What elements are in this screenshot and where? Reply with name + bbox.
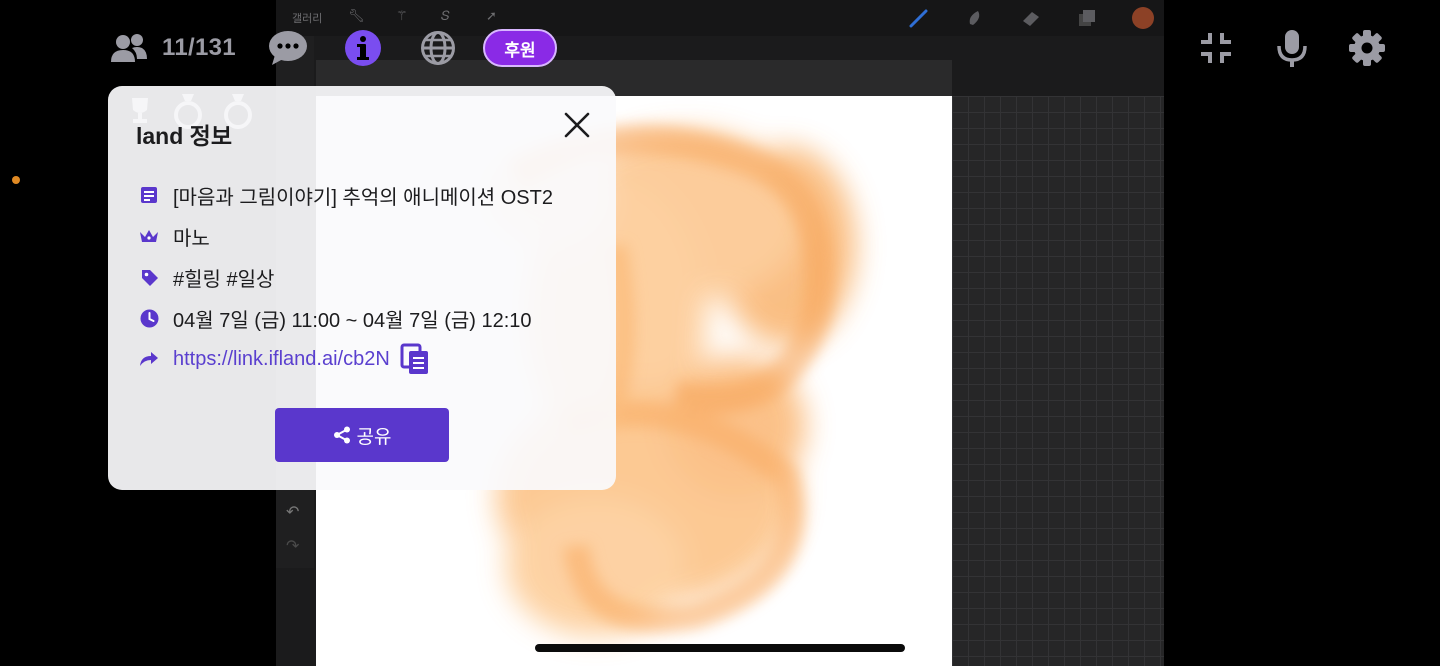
tag-icon xyxy=(138,266,160,288)
host-name: 마노 xyxy=(173,227,210,250)
land-link[interactable]: https://link.ifland.ai/cb2N xyxy=(173,348,390,371)
room-title-row: [마음과 그림이야기] 추억의 애니메이션 OST2 xyxy=(138,181,553,209)
gear-icon[interactable] xyxy=(1348,29,1386,67)
link-row: https://link.ifland.ai/cb2N xyxy=(138,343,430,375)
minimize-icon[interactable] xyxy=(1198,30,1234,66)
info-icon[interactable] xyxy=(344,29,382,67)
participant-count: 11/131 xyxy=(162,34,236,61)
tags: #힐링 #일상 xyxy=(173,268,275,291)
schedule-row: 04월 7일 (금) 11:00 ~ 04월 7일 (금) 12:10 xyxy=(138,304,532,332)
close-icon[interactable] xyxy=(560,108,594,142)
recording-indicator xyxy=(12,176,20,184)
wrench-icon: 🔧︎ xyxy=(348,8,365,23)
home-indicator[interactable] xyxy=(535,644,905,652)
share-button[interactable]: 공유 xyxy=(275,408,449,462)
share-arrow-icon xyxy=(138,348,160,370)
smudge-icon xyxy=(969,11,980,25)
redo-icon: ↷ xyxy=(286,538,300,555)
magic-wand-icon: ⚚ xyxy=(396,8,408,23)
clock-icon xyxy=(138,307,160,329)
sponsor-button[interactable]: 후원 xyxy=(483,29,557,67)
chat-icon[interactable] xyxy=(268,29,308,67)
copy-icon[interactable] xyxy=(400,343,430,375)
document-icon xyxy=(138,184,160,206)
share-icon xyxy=(333,426,350,444)
share-button-label: 공유 xyxy=(356,426,392,448)
brush-icon xyxy=(909,9,928,28)
dialog-title: land 정보 xyxy=(136,123,232,149)
gallery-label: 갤러리 xyxy=(292,13,323,25)
crown-icon xyxy=(138,225,160,247)
eraser-icon xyxy=(1023,12,1039,26)
room-title: [마음과 그림이야기] 추억의 애니메이션 OST2 xyxy=(173,186,553,209)
tags-row: #힐링 #일상 xyxy=(138,263,274,291)
globe-icon[interactable] xyxy=(420,30,456,66)
schedule: 04월 7일 (금) 11:00 ~ 04월 7일 (금) 12:10 xyxy=(173,309,532,332)
drawing-app-toolbar: 갤러리 🔧︎ ⚚ 𝑆 ➚ xyxy=(276,0,1164,36)
move-arrow-icon: ➚ xyxy=(486,8,497,23)
land-info-dialog: land 정보 [마음과 그림이야기] 추억의 애니메이션 OST2 마노 #힐… xyxy=(108,86,616,490)
layers-icon xyxy=(1079,10,1095,26)
users-icon[interactable] xyxy=(110,30,148,66)
selection-icon: 𝑆 xyxy=(441,8,450,23)
canvas-grid-area xyxy=(952,96,1164,666)
mic-icon[interactable] xyxy=(1274,28,1310,68)
host-row: 마노 xyxy=(138,222,210,250)
color-swatch xyxy=(1132,7,1154,29)
undo-icon: ↶ xyxy=(286,504,300,521)
